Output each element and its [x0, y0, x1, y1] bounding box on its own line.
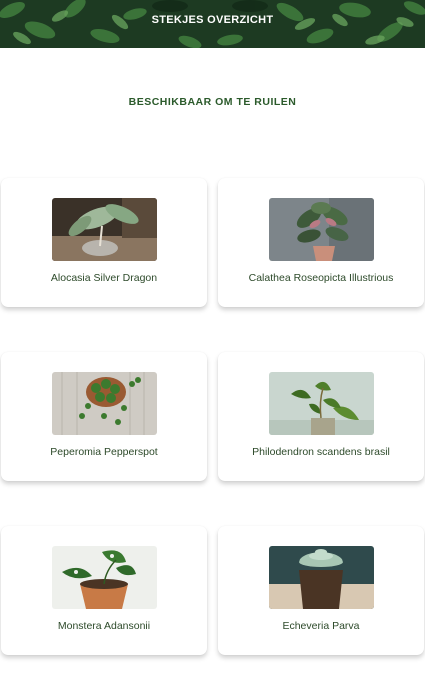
header-banner: STEKJES OVERZICHT: [0, 0, 425, 48]
plant-name: Echeveria Parva: [282, 620, 360, 632]
plant-card-echeveria[interactable]: Echeveria Parva: [218, 526, 424, 655]
section-heading: BESCHIKBAAR OM TE RUILEN: [128, 96, 297, 108]
plant-card-monstera[interactable]: Monstera Adansonii: [1, 526, 207, 655]
plant-photo-alocasia: [52, 198, 157, 261]
plant-photo-calathea: [269, 198, 374, 261]
page-title: STEKJES OVERZICHT: [151, 14, 274, 26]
plant-name: Peperomia Pepperspot: [50, 446, 158, 458]
plant-photo-philodendron: [269, 372, 374, 435]
plant-name: Monstera Adansonii: [57, 620, 151, 632]
plant-photo-peperomia: [52, 372, 157, 435]
plant-card-alocasia[interactable]: Alocasia Silver Dragon: [1, 178, 207, 307]
plant-card-peperomia[interactable]: Peperomia Pepperspot: [1, 352, 207, 481]
plant-photo-echeveria: [269, 546, 374, 609]
plant-name: Calathea Roseopicta Illustrious: [248, 272, 394, 284]
plant-name: Alocasia Silver Dragon: [50, 272, 158, 284]
plant-name: Philodendron scandens brasil: [252, 446, 390, 458]
plant-card-calathea[interactable]: Calathea Roseopicta Illustrious: [218, 178, 424, 307]
plant-card-philodendron[interactable]: Philodendron scandens brasil: [218, 352, 424, 481]
plant-photo-monstera: [52, 546, 157, 609]
